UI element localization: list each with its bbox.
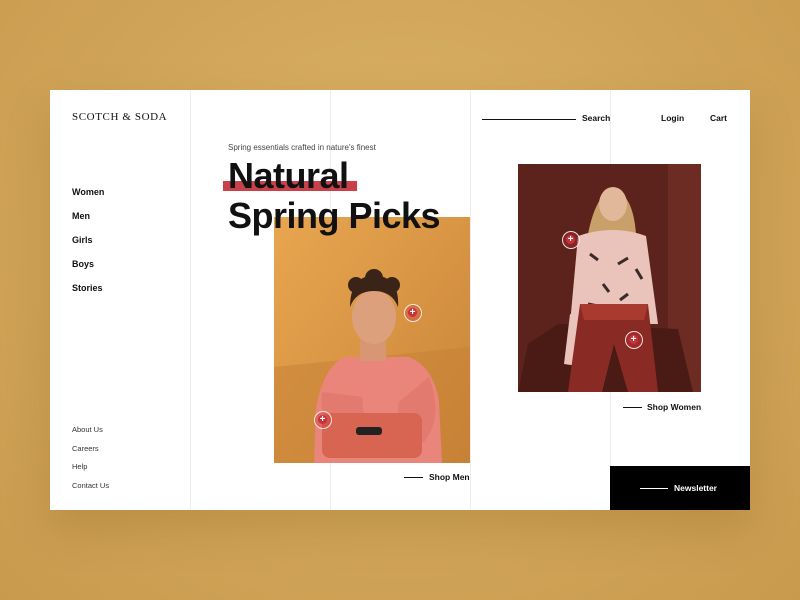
search-input-underline[interactable] xyxy=(482,119,576,120)
shop-men-link[interactable]: Shop Men xyxy=(429,472,470,482)
footer-link-about[interactable]: About Us xyxy=(72,425,109,444)
plus-circle-icon[interactable]: + xyxy=(314,411,332,429)
nav-item-girls[interactable]: Girls xyxy=(72,234,104,258)
nav-item-stories[interactable]: Stories xyxy=(72,282,104,306)
plus-circle-icon[interactable]: + xyxy=(625,331,643,349)
footer-link-careers[interactable]: Careers xyxy=(72,444,109,463)
nav-item-women[interactable]: Women xyxy=(72,186,104,210)
hero-title-line-1: Natural xyxy=(223,155,357,196)
hero-title-text-1: Natural xyxy=(228,155,349,196)
nav-item-men[interactable]: Men xyxy=(72,210,104,234)
men-product-photo[interactable]: + + xyxy=(274,217,470,463)
plus-icon: + xyxy=(567,234,574,245)
plus-circle-icon[interactable]: + xyxy=(562,231,580,249)
newsletter-dash xyxy=(640,488,668,489)
hero-tagline: Spring essentials crafted in nature's fi… xyxy=(228,143,376,152)
brand-logo[interactable]: SCOTCH & SODA xyxy=(72,111,167,123)
main-nav: Women Men Girls Boys Stories xyxy=(72,186,104,306)
plus-icon: + xyxy=(409,307,416,318)
grid-divider xyxy=(190,90,191,510)
footer-link-contact[interactable]: Contact Us xyxy=(72,481,109,500)
newsletter-button[interactable]: Newsletter xyxy=(610,466,750,510)
cart-link[interactable]: Cart xyxy=(710,113,727,123)
footer-links: About Us Careers Help Contact Us xyxy=(72,425,109,499)
search-button[interactable]: Search xyxy=(582,113,610,123)
women-model-illustration xyxy=(518,164,701,392)
shop-men-dash xyxy=(404,477,423,478)
grid-divider xyxy=(470,90,471,510)
footer-link-help[interactable]: Help xyxy=(72,462,109,481)
login-link[interactable]: Login xyxy=(661,113,684,123)
landing-page-card: SCOTCH & SODA Women Men Girls Boys Stori… xyxy=(50,90,750,510)
plus-circle-icon[interactable]: + xyxy=(404,304,422,322)
hero-title-line-2: Spring Picks xyxy=(228,195,441,236)
shop-women-dash xyxy=(623,407,642,408)
newsletter-label: Newsletter xyxy=(674,483,717,493)
nav-item-boys[interactable]: Boys xyxy=(72,258,104,282)
shop-women-link[interactable]: Shop Women xyxy=(647,402,701,412)
women-product-photo[interactable]: + + xyxy=(518,164,701,392)
plus-icon: + xyxy=(630,334,637,345)
hero-title: Natural Spring Picks xyxy=(223,155,441,236)
plus-icon: + xyxy=(319,414,326,425)
men-model-illustration xyxy=(274,217,470,463)
